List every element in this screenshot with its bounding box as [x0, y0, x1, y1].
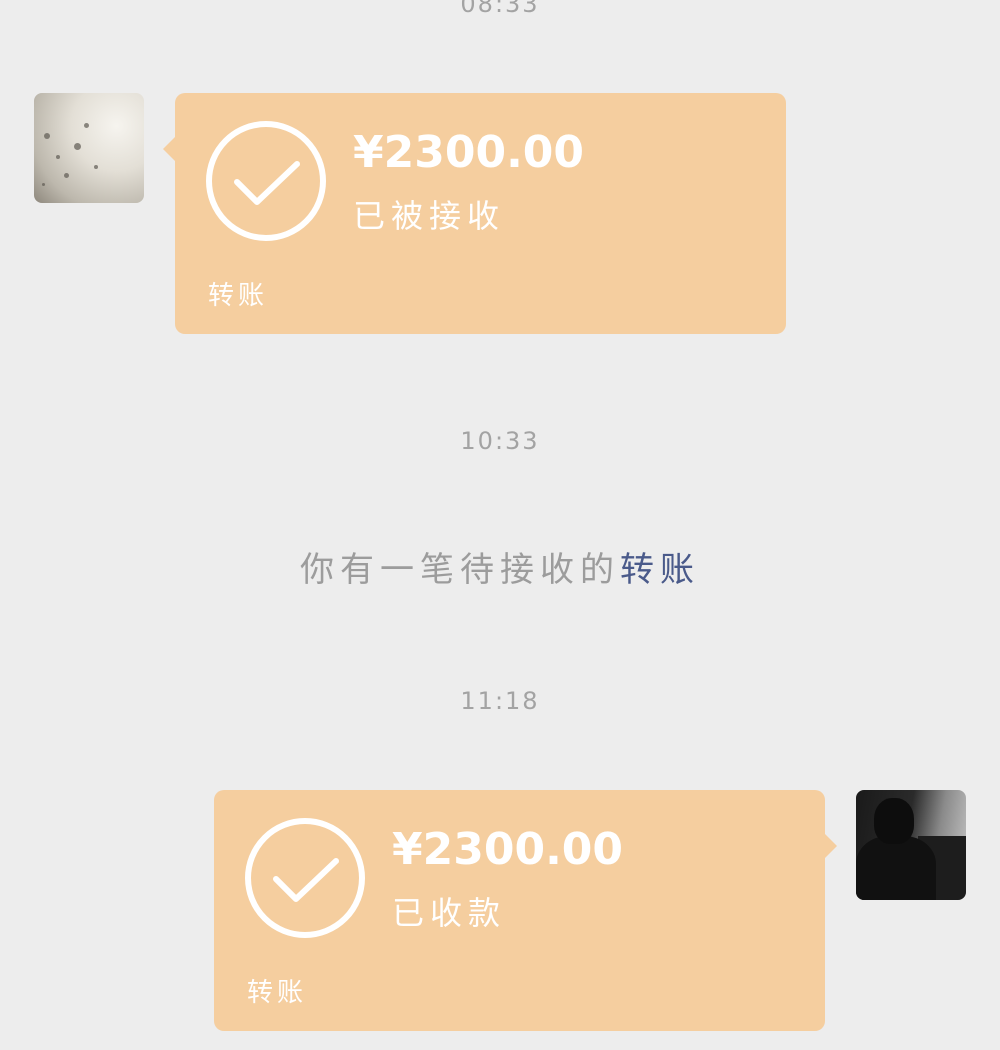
- transfer-card[interactable]: ¥2300.00 已收款 转账: [214, 790, 837, 1031]
- timestamp: 08:33: [460, 0, 540, 18]
- transfer-status: 已收款: [392, 894, 507, 932]
- transfer-amount: ¥2300.00: [353, 127, 585, 178]
- bubble-tail: [825, 834, 837, 858]
- transfer-card[interactable]: ¥2300.00 已被接收 转账: [163, 93, 786, 334]
- check-circle-icon: [245, 818, 365, 938]
- timestamp: 10:33: [460, 427, 540, 455]
- divider: [175, 261, 786, 262]
- system-message: 你有一笔待接收的转账: [0, 542, 1000, 591]
- transfer-link[interactable]: 转账: [620, 550, 700, 590]
- contact-avatar[interactable]: [34, 93, 144, 203]
- transfer-label: 转账: [247, 978, 308, 1008]
- bubble-tail: [163, 137, 175, 161]
- check-circle-icon: [206, 121, 326, 241]
- divider: [214, 958, 825, 959]
- system-message-text: 你有一笔待接收的: [300, 550, 620, 590]
- transfer-label: 转账: [208, 281, 269, 311]
- timestamp: 11:18: [460, 687, 540, 715]
- transfer-status: 已被接收: [353, 197, 506, 235]
- user-avatar[interactable]: [856, 790, 966, 900]
- transfer-amount: ¥2300.00: [392, 824, 624, 875]
